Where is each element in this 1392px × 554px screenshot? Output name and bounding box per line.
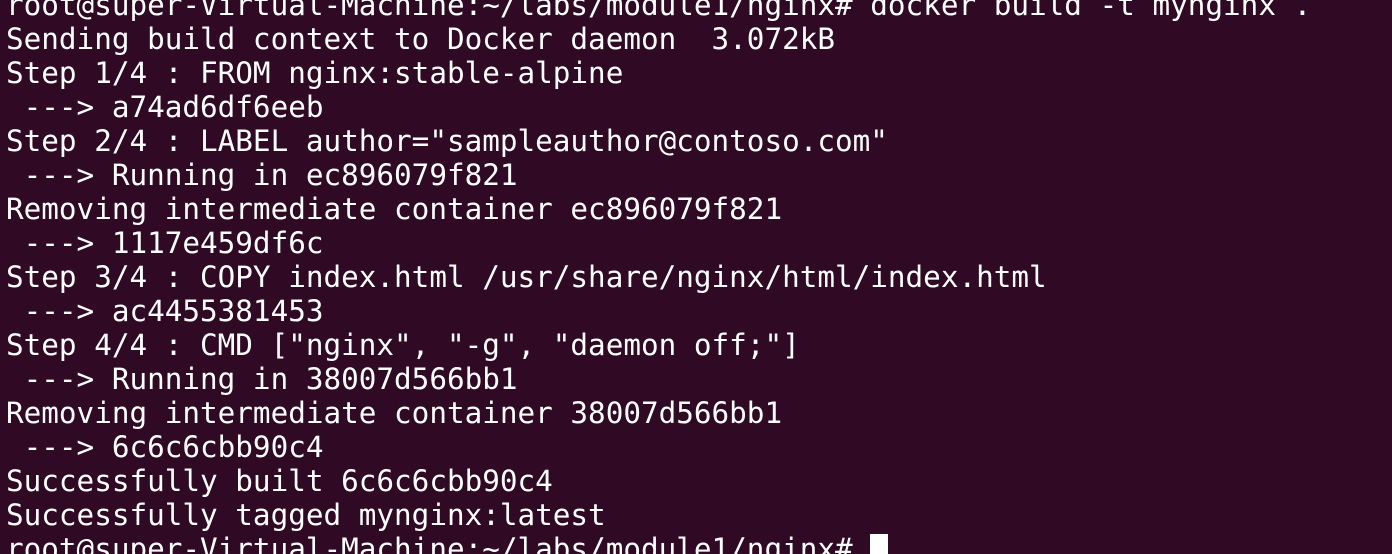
terminal-line: Step 4/4 : CMD ["nginx", "-g", "daemon o…: [6, 328, 800, 362]
terminal-line: ---> Running in 38007d566bb1: [6, 362, 518, 396]
terminal-output: root@super-Virtual-Machine:~/labs/module…: [6, 0, 1392, 554]
terminal-line: Sending build context to Docker daemon 3…: [6, 22, 835, 56]
command-prompt-line[interactable]: root@super-Virtual-Machine:~/labs/module…: [6, 532, 1392, 554]
terminal-window[interactable]: root@super-Virtual-Machine:~/labs/module…: [0, 0, 1392, 554]
terminal-line: ---> ac4455381453: [6, 294, 324, 328]
terminal-line: Removing intermediate container ec896079…: [6, 192, 783, 226]
terminal-line: root@super-Virtual-Machine:~/labs/module…: [6, 0, 1312, 22]
terminal-line: ---> a74ad6df6eeb: [6, 90, 324, 124]
terminal-line: ---> 6c6c6cbb90c4: [6, 430, 324, 464]
terminal-line: Step 3/4 : COPY index.html /usr/share/ng…: [6, 260, 1047, 294]
terminal-line: ---> Running in ec896079f821: [6, 158, 518, 192]
terminal-line: Removing intermediate container 38007d56…: [6, 396, 783, 430]
terminal-line: Step 2/4 : LABEL author="sampleauthor@co…: [6, 124, 888, 158]
text-cursor: [870, 534, 889, 554]
shell-prompt: root@super-Virtual-Machine:~/labs/module…: [6, 532, 871, 554]
terminal-line: ---> 1117e459df6c: [6, 226, 324, 260]
terminal-line: Step 1/4 : FROM nginx:stable-alpine: [6, 56, 624, 90]
terminal-line: Successfully tagged mynginx:latest: [6, 498, 606, 532]
terminal-line: Successfully built 6c6c6cbb90c4: [6, 464, 553, 498]
